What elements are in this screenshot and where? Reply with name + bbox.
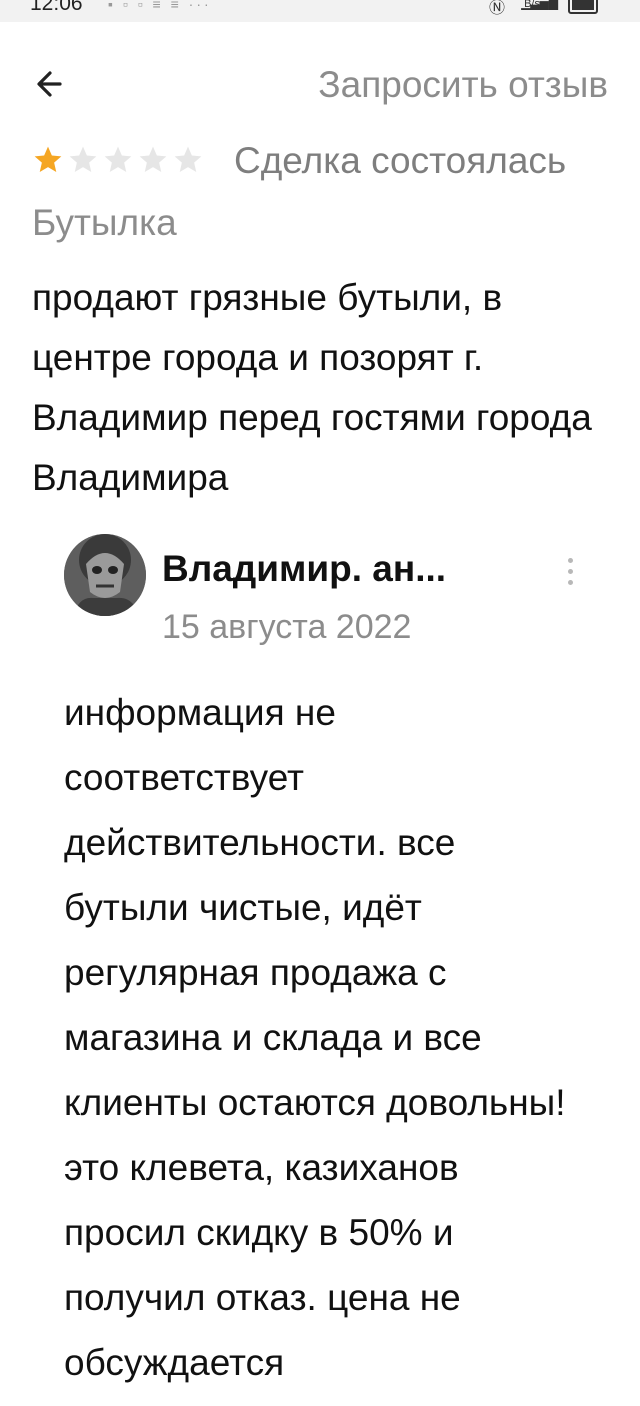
star-empty-icon <box>102 144 137 178</box>
review-text: продают грязные бутыли, в центре города … <box>32 277 592 498</box>
reply-date: 15 августа 2022 <box>162 608 412 646</box>
more-vertical-icon <box>567 558 573 563</box>
rating-row: Сделка состоялась <box>32 140 612 181</box>
request-review-button[interactable]: Запросить отзыв <box>318 64 608 106</box>
arrow-left-icon <box>37 71 62 97</box>
star-empty-icon <box>67 144 102 178</box>
reply-author: Владимир. ан... <box>162 548 447 589</box>
star-filled-icon <box>32 144 67 178</box>
avatar-image-icon <box>64 534 146 616</box>
top-bar: Запросить отзыв <box>0 50 640 120</box>
back-button[interactable] <box>30 62 74 106</box>
avatar[interactable] <box>64 534 146 616</box>
battery-icon <box>568 0 598 14</box>
star-empty-icon <box>137 144 172 178</box>
star-empty-icon <box>172 144 207 178</box>
product-name: Бутылка <box>32 202 177 243</box>
status-time: 12:06 <box>30 0 83 15</box>
more-options-button[interactable] <box>558 552 582 596</box>
deal-status: Сделка состоялась <box>234 140 567 181</box>
star-rating <box>32 144 207 178</box>
status-bar: 12:06 ▪ ▫ ▫ ≡ ≡ ··· Ⓝ B/s ▁▃▅▇ <box>0 0 640 22</box>
signal-icon: ▁▃▅▇ <box>521 0 558 10</box>
notification-icons: ▪ ▫ ▫ ≡ ≡ ··· <box>108 0 212 12</box>
nfc-icon: Ⓝ <box>488 0 505 17</box>
reply-text: информация не соответствует действительн… <box>64 692 566 1383</box>
